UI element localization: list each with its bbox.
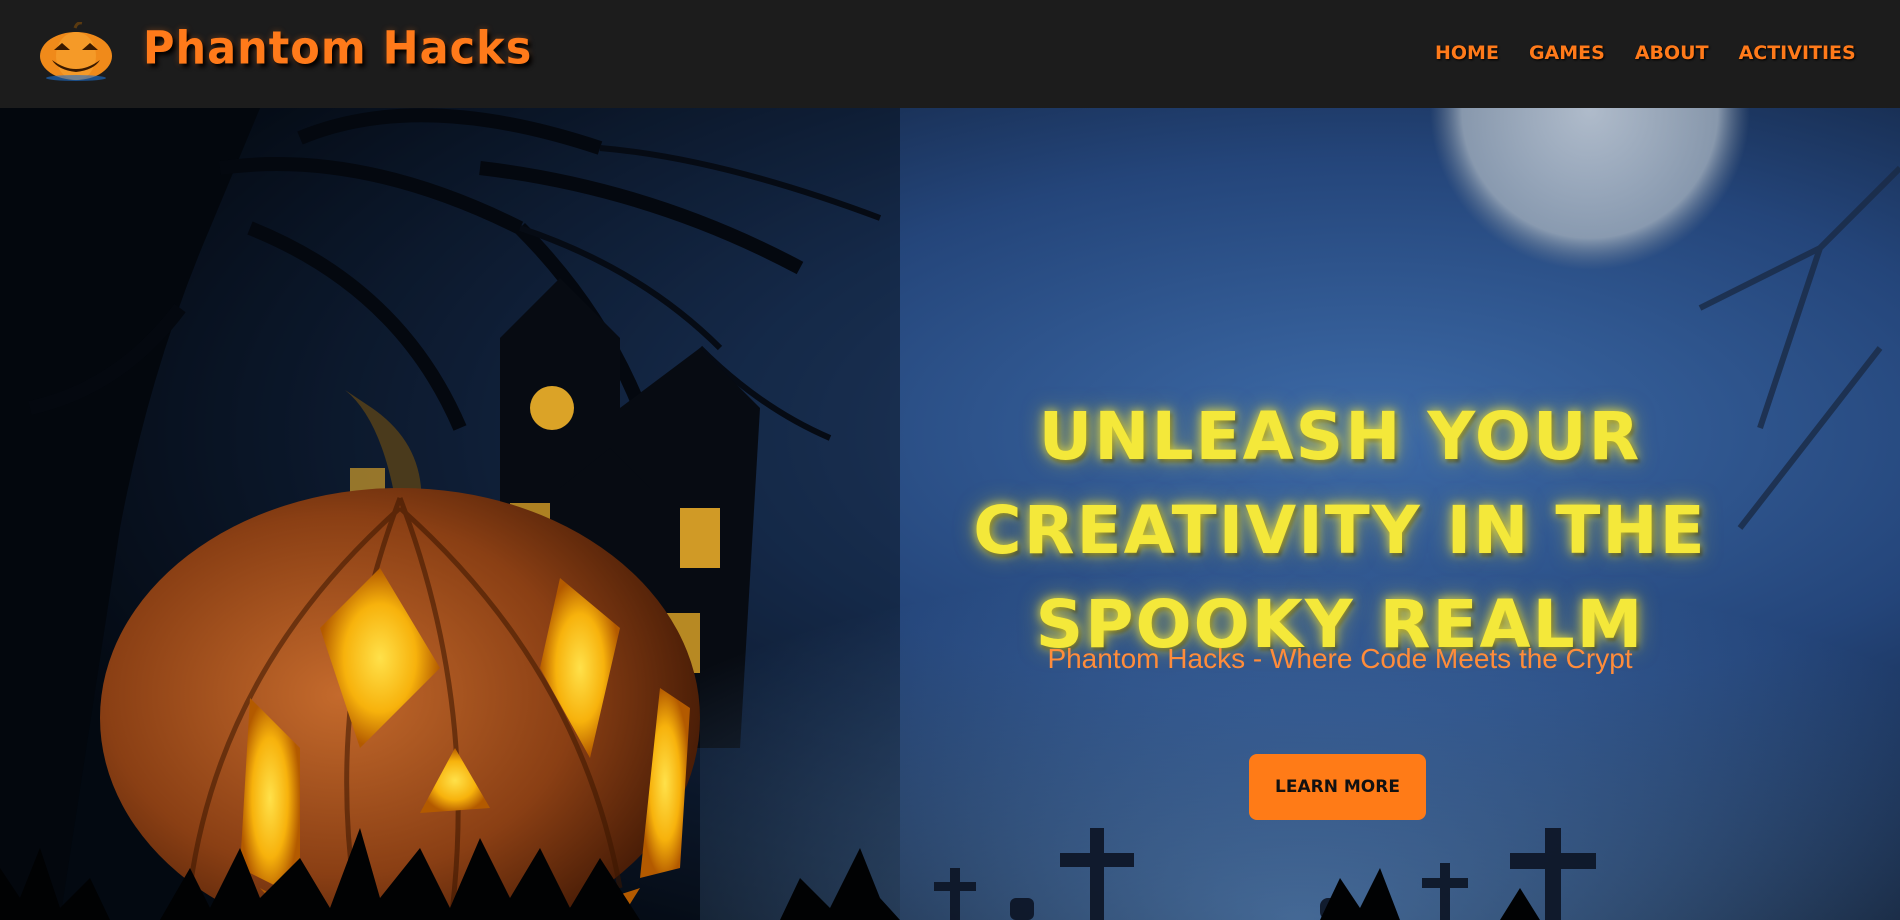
- nav-games[interactable]: Games: [1529, 42, 1605, 64]
- learn-more-button[interactable]: Learn More: [1249, 754, 1426, 820]
- hero-title: Unleash Your Creativity in the Spooky Re…: [973, 398, 1707, 663]
- nav-home[interactable]: Home: [1435, 42, 1499, 64]
- brand-title[interactable]: Phantom Hacks: [143, 23, 532, 76]
- hero-subtitle: Phantom Hacks - Where Code Meets the Cry…: [1047, 643, 1633, 674]
- nav-activities[interactable]: Activities: [1739, 42, 1856, 64]
- jack-o-lantern-icon[interactable]: [38, 22, 114, 82]
- main-nav: Home Games About Activities: [1435, 42, 1886, 64]
- nav-about[interactable]: About: [1635, 42, 1709, 64]
- site-header: Phantom Hacks Home Games About Activitie…: [0, 0, 1900, 108]
- hero-section: Unleash Your Creativity in the Spooky Re…: [0, 108, 1900, 920]
